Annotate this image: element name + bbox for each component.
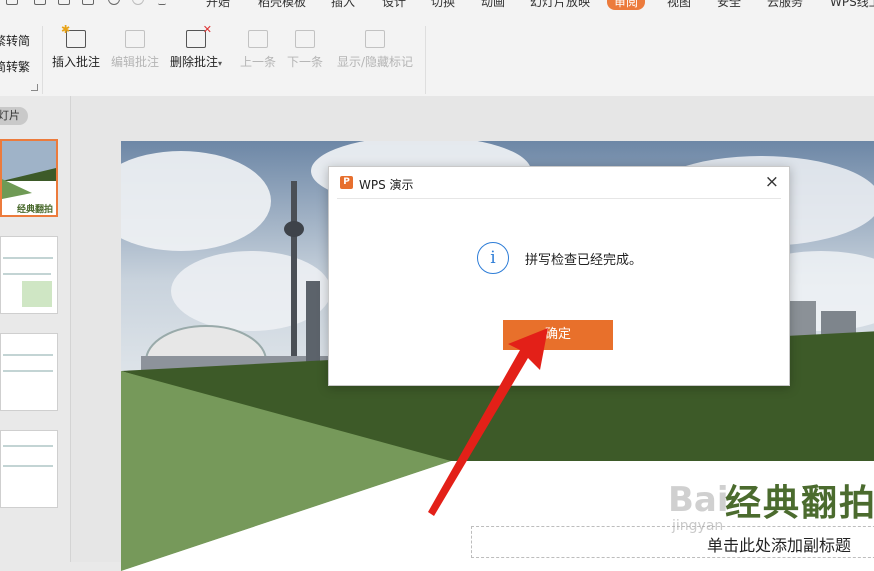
- next-comment-label: 下一条: [286, 55, 323, 69]
- slide-title[interactable]: 经典翻拍: [725, 474, 874, 526]
- group-separator: [42, 26, 43, 94]
- delete-comment-icon: ✕: [186, 23, 212, 48]
- group-separator: [425, 26, 426, 94]
- close-icon[interactable]: ×: [765, 172, 779, 192]
- preview-icon[interactable]: [82, 0, 94, 5]
- simplified-to-traditional-button[interactable]: 简转繁: [0, 58, 30, 75]
- show-hide-markup-icon: [365, 30, 385, 48]
- redo-icon[interactable]: [132, 0, 144, 5]
- tab-templates[interactable]: 稻壳模板: [258, 0, 306, 10]
- previous-comment-button[interactable]: 上一条: [239, 30, 277, 70]
- thumbnail-text-line: [3, 257, 53, 259]
- next-comment-button[interactable]: 下一条: [286, 30, 324, 70]
- traditional-to-simplified-button[interactable]: 繁转简: [0, 32, 30, 49]
- edit-comment-icon: [125, 30, 145, 48]
- tab-review[interactable]: 审阅: [607, 0, 646, 10]
- tab-slideshow[interactable]: 幻灯片放映: [530, 0, 590, 10]
- slide-thumbnail-3[interactable]: [0, 333, 58, 411]
- tab-cloud[interactable]: 云服务: [767, 0, 803, 10]
- thumbnail-text-line: [3, 273, 51, 275]
- tab-security[interactable]: 安全: [717, 0, 741, 10]
- dialog-divider: [337, 198, 781, 199]
- thumbnail-image: [22, 281, 52, 307]
- subtitle-placeholder[interactable]: 单击此处添加副标题: [707, 532, 851, 556]
- show-hide-markup-button[interactable]: 显示/隐藏标记: [336, 30, 414, 70]
- tab-transitions[interactable]: 切换: [431, 0, 455, 10]
- insert-comment-button[interactable]: ✱ 插入批注: [52, 23, 101, 70]
- thumbnail-text-line: [3, 354, 53, 356]
- wps-presentation-logo-icon: P: [340, 176, 353, 189]
- thumbnail-text-line: [3, 445, 53, 447]
- previous-comment-icon: [248, 30, 268, 48]
- watermark-logo: Bai: [668, 480, 729, 520]
- slide-thumbnail-4[interactable]: [0, 430, 58, 508]
- chevron-down-icon[interactable]: ▾: [218, 59, 222, 68]
- insert-comment-icon: ✱: [61, 23, 86, 48]
- slide-thumbnail-1[interactable]: 经典翻拍: [0, 139, 58, 217]
- spell-check-dialog: P WPS 演示 × i 拼写检查已经完成。 确定: [328, 166, 790, 386]
- tab-wps-online[interactable]: WPS线上: [830, 0, 874, 10]
- insert-comment-label: 插入批注: [52, 55, 101, 69]
- thumbnail-text-line: [3, 465, 53, 467]
- next-comment-icon: [295, 30, 315, 48]
- info-icon: i: [477, 242, 509, 274]
- edit-comment-button[interactable]: 编辑批注: [111, 30, 159, 70]
- ok-button[interactable]: 确定: [503, 320, 613, 350]
- group-expand-icon[interactable]: [31, 84, 38, 91]
- pdf-icon[interactable]: [34, 0, 46, 5]
- show-hide-markup-label: 显示/隐藏标记: [336, 55, 414, 69]
- slide-thumbnail-2[interactable]: [0, 236, 58, 314]
- tab-animation[interactable]: 动画: [481, 0, 505, 10]
- tab-insert[interactable]: 插入: [331, 0, 355, 10]
- print-icon[interactable]: [58, 0, 70, 5]
- watermark-sub: jingyan: [672, 518, 724, 534]
- dialog-title: WPS 演示: [359, 178, 414, 192]
- review-toolbar: 繁转简 简转繁 ✱ 插入批注 编辑批注 ✕ 删除批注▾ 上一条 下一条 显示/隐…: [0, 14, 874, 97]
- undo-icon[interactable]: [108, 0, 120, 5]
- previous-comment-label: 上一条: [239, 55, 276, 69]
- delete-comment-label: 删除批注: [170, 55, 219, 69]
- thumbnail-text-line: [3, 370, 53, 372]
- tab-design[interactable]: 设计: [382, 0, 406, 10]
- chevron-down-icon[interactable]: [158, 0, 166, 5]
- dialog-message: 拼写检查已经完成。: [525, 253, 643, 268]
- tab-home[interactable]: 开始: [206, 0, 230, 10]
- thumbnail-title: 经典翻拍: [16, 205, 53, 215]
- edit-comment-label: 编辑批注: [111, 55, 160, 69]
- save-icon[interactable]: [6, 0, 18, 5]
- delete-comment-button[interactable]: ✕ 删除批注▾: [170, 23, 228, 70]
- tab-view[interactable]: 视图: [667, 0, 691, 10]
- ribbon-tab-strip: 开始 稻壳模板 插入 设计 切换 动画 幻灯片放映 审阅 视图 安全 云服务 W…: [0, 0, 874, 14]
- tab-slides[interactable]: 灯片: [0, 107, 28, 125]
- slide-thumbnail-panel: 灯片 经典翻拍: [0, 96, 71, 562]
